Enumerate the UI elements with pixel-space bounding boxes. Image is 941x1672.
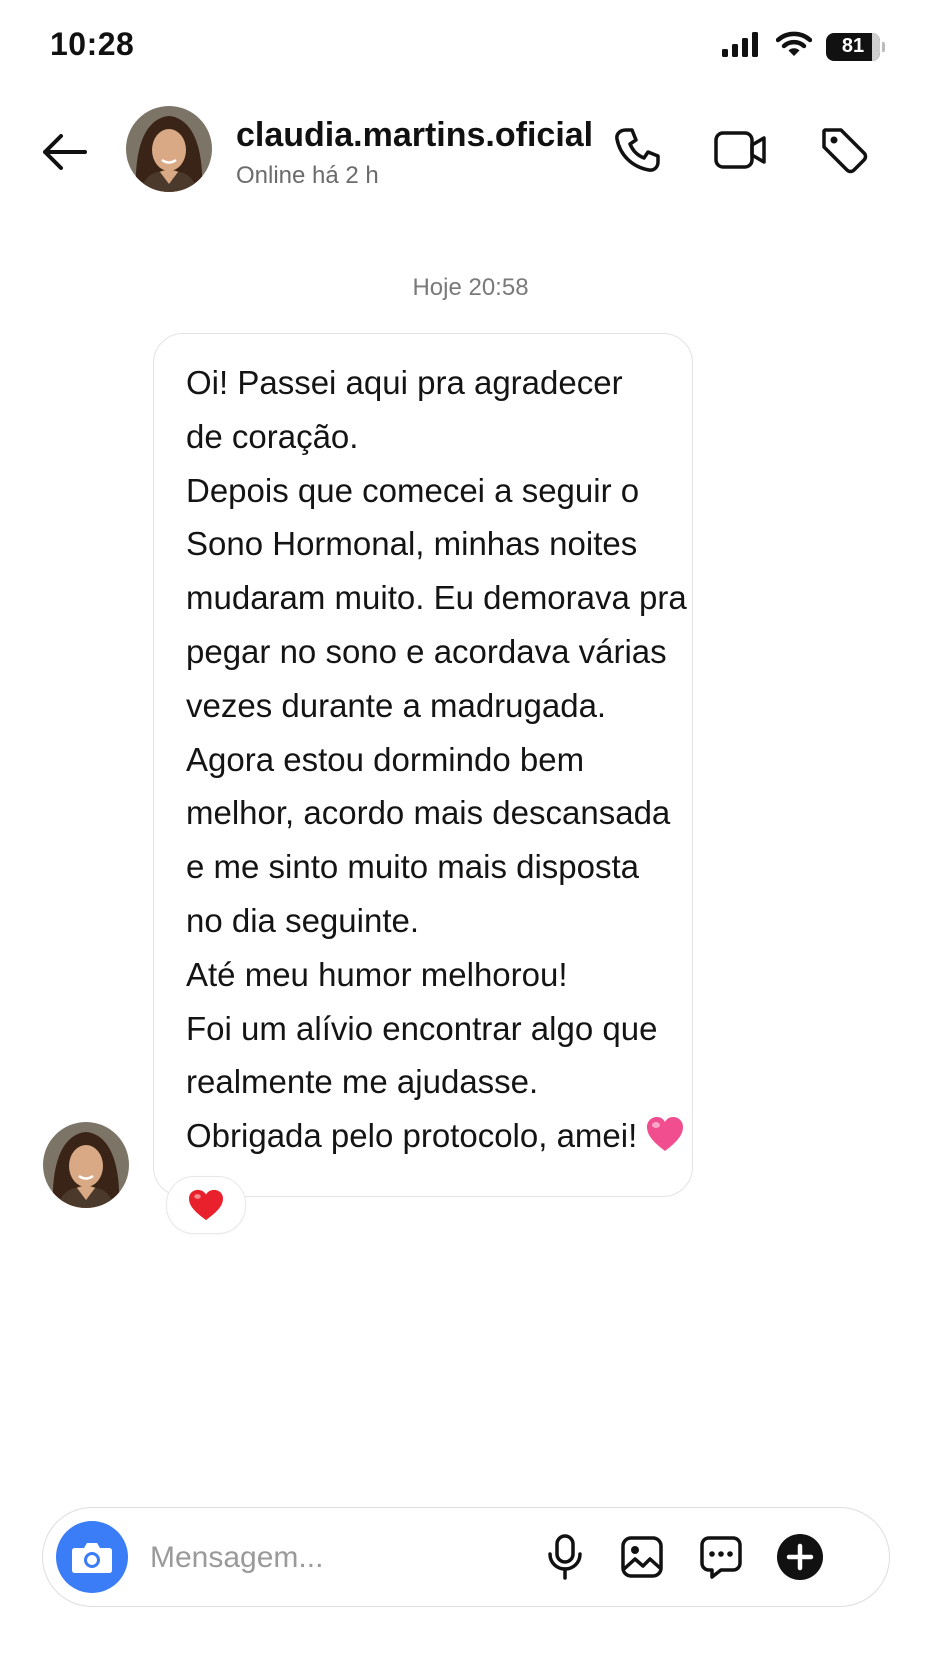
message-input[interactable]	[150, 1533, 540, 1583]
message-line: e me sinto muito mais disposta	[186, 848, 640, 886]
message-line: Até meu humor melhorou!	[186, 955, 568, 993]
status-icons: 81	[722, 30, 885, 63]
wifi-icon	[775, 30, 813, 63]
message-line: de coração.	[186, 417, 359, 455]
message-line: Foi um alívio encontrar algo que	[186, 1009, 658, 1047]
message-line: Oi! Passei aqui pra agradecer	[186, 364, 623, 401]
message-line-last: Obrigada pelo protocolo, amei!	[186, 1109, 684, 1169]
battery-level: 81	[841, 35, 865, 57]
red-heart-icon	[189, 1189, 223, 1221]
message-line-text: Obrigada pelo protocolo, amei!	[186, 1117, 638, 1155]
back-arrow-icon	[43, 134, 87, 170]
chat-options-button[interactable]	[692, 1528, 750, 1586]
plus-icon	[777, 1534, 823, 1580]
gallery-icon	[621, 1536, 663, 1578]
message-reaction[interactable]	[166, 1176, 246, 1234]
gallery-button[interactable]	[613, 1528, 671, 1586]
message-line: pegar no sono e acordava várias	[186, 632, 667, 670]
pink-heart-icon	[645, 1115, 685, 1169]
phone-icon	[615, 128, 660, 172]
back-button[interactable]	[36, 124, 92, 180]
microphone-icon	[548, 1534, 582, 1580]
camera-button[interactable]	[56, 1521, 128, 1593]
more-options-button[interactable]	[771, 1528, 829, 1586]
battery-tip	[882, 41, 885, 52]
message-line: vezes durante a madrugada.	[186, 686, 607, 724]
voice-call-button[interactable]	[608, 122, 664, 178]
message-line: melhor, acordo mais descansada	[186, 794, 671, 832]
message-line: realmente me ajudasse.	[186, 1063, 539, 1101]
message-timestamp: Hoje 20:58	[412, 274, 529, 301]
message-line: no dia seguinte.	[186, 901, 420, 939]
cellular-signal-icon	[722, 31, 762, 62]
voice-message-button[interactable]	[536, 1528, 594, 1586]
message-bubble[interactable]: Oi! Passei aqui pra agradecer de coração…	[153, 333, 693, 1197]
video-camera-icon	[714, 131, 766, 169]
tag-button[interactable]	[816, 122, 872, 178]
contact-avatar[interactable]	[126, 106, 212, 192]
camera-icon	[72, 1543, 112, 1573]
contact-username[interactable]: claudia.martins.oficial	[236, 116, 593, 155]
battery-icon: 81	[826, 32, 880, 61]
video-call-button[interactable]	[712, 122, 768, 178]
contact-status: Online há 2 h	[236, 162, 379, 189]
message-line: Sono Hormonal, minhas noites	[186, 525, 638, 563]
chat-bubble-icon	[700, 1536, 742, 1579]
message-line: Depois que comecei a seguir o	[186, 471, 640, 509]
tag-icon	[822, 128, 868, 174]
message-line: Agora estou dormindo bem	[186, 740, 585, 778]
status-time: 10:28	[50, 26, 135, 62]
message-line: mudaram muito. Eu demorava pra	[186, 579, 687, 617]
sender-avatar[interactable]	[43, 1122, 129, 1208]
